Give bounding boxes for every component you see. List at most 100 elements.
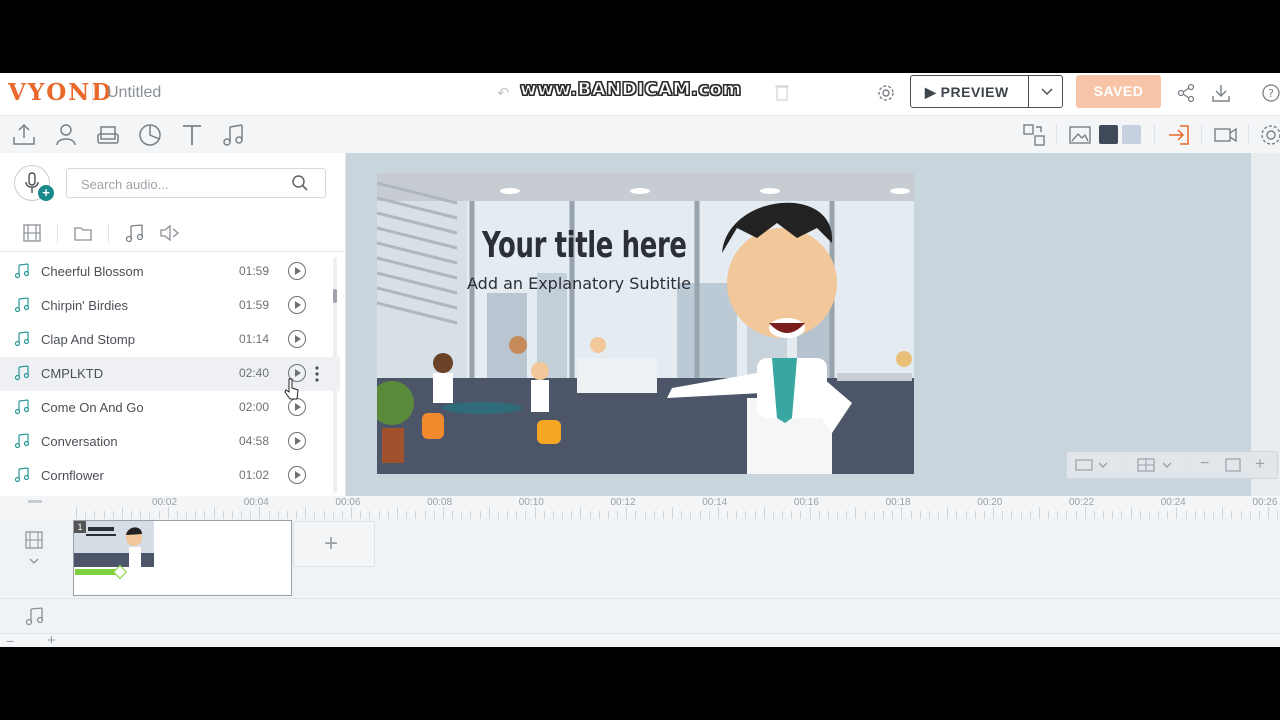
color-swatch-dark[interactable] xyxy=(1099,125,1118,144)
play-icon[interactable] xyxy=(288,296,306,314)
music-note-icon xyxy=(14,263,30,279)
timeline-tick xyxy=(809,507,811,519)
timeline-tick xyxy=(1029,511,1031,519)
upload-icon[interactable] xyxy=(11,122,37,148)
more-options-icon[interactable] xyxy=(314,365,320,383)
scene-clip[interactable]: 1 xyxy=(73,520,292,596)
audio-track-icon xyxy=(25,607,44,626)
timeline-tick xyxy=(259,507,261,519)
saved-button[interactable]: SAVED xyxy=(1076,75,1161,108)
zoom-in-icon[interactable]: + xyxy=(1255,454,1265,474)
timeline-tick xyxy=(433,511,435,519)
search-icon[interactable] xyxy=(291,174,309,192)
keyframe-handle[interactable] xyxy=(112,564,128,580)
timeline-tick xyxy=(497,511,499,519)
timeline-tick xyxy=(708,511,710,519)
timeline-zoom-in-icon[interactable]: + xyxy=(47,632,56,647)
timeline-tick xyxy=(782,511,784,519)
prop-icon[interactable] xyxy=(95,122,121,148)
tab-sound-effects-icon[interactable] xyxy=(158,222,180,244)
zoom-controls: − + xyxy=(1066,451,1278,479)
audio-list-item[interactable]: Cheerful Blossom 01:59 xyxy=(0,255,340,289)
settings-icon[interactable] xyxy=(875,82,897,104)
audio-track-name: Clap And Stomp xyxy=(41,332,135,347)
image-icon[interactable] xyxy=(1067,122,1093,148)
scrollbar-thumb[interactable] xyxy=(333,289,337,303)
plus-icon[interactable]: + xyxy=(38,185,54,201)
music-icon[interactable] xyxy=(221,122,247,148)
search-input[interactable] xyxy=(79,174,283,194)
tab-folder-icon[interactable] xyxy=(72,222,94,244)
chart-icon[interactable] xyxy=(137,122,163,148)
timeline-tick xyxy=(837,511,839,519)
audio-track-duration: 02:00 xyxy=(239,400,270,414)
search-audio-field[interactable] xyxy=(66,168,326,198)
timeline-tick xyxy=(1167,511,1169,519)
timeline-tick xyxy=(928,511,930,519)
scene-canvas[interactable]: Your title here Add an Explanatory Subti… xyxy=(377,173,914,474)
audio-track-name: Cheerful Blossom xyxy=(41,264,144,279)
timeline-tick xyxy=(167,507,169,519)
help-icon[interactable]: ? xyxy=(1260,82,1280,104)
play-icon[interactable] xyxy=(288,330,306,348)
timeline-ruler[interactable]: 00:02 00:04 00:06 00:08 00:10 00:12 00:14 00:16… xyxy=(0,496,1280,521)
chevron-down-icon[interactable] xyxy=(28,556,40,566)
download-icon[interactable] xyxy=(1210,82,1232,104)
gear-icon[interactable] xyxy=(1258,122,1280,148)
frame-size-icon[interactable] xyxy=(1075,457,1109,473)
zoom-out-icon[interactable]: − xyxy=(1200,455,1209,473)
timeline-tick xyxy=(1185,511,1187,519)
video-subtitle[interactable]: Add an Explanatory Subtitle xyxy=(467,274,691,293)
timeline-tick xyxy=(827,511,829,519)
ruler-handle[interactable] xyxy=(28,500,42,503)
timeline-tick xyxy=(231,511,233,519)
text-icon[interactable] xyxy=(179,122,205,148)
timeline-tick xyxy=(360,511,362,519)
timeline-tick xyxy=(1048,511,1049,519)
timeline-tick xyxy=(112,511,114,519)
timeline-tick xyxy=(552,511,554,519)
timeline-tick xyxy=(241,511,243,519)
timeline-tick xyxy=(1066,511,1068,519)
fit-icon[interactable] xyxy=(1225,457,1241,473)
camera-icon[interactable] xyxy=(1213,122,1239,148)
color-swatch-light[interactable] xyxy=(1122,125,1141,144)
video-title[interactable]: Your title here xyxy=(482,225,687,266)
timeline-tick xyxy=(910,511,912,519)
audio-track-name: Come On And Go xyxy=(41,400,144,415)
tab-music-icon[interactable] xyxy=(124,222,146,244)
delete-icon[interactable] xyxy=(775,83,789,101)
timeline-tick xyxy=(470,511,472,519)
timeline-tick xyxy=(983,511,985,519)
music-note-icon xyxy=(14,297,30,313)
timeline-tick xyxy=(85,511,87,519)
timeline-tick xyxy=(662,511,664,519)
timeline-tick xyxy=(341,511,343,519)
enter-icon[interactable] xyxy=(1166,122,1192,148)
audio-list-item[interactable]: Chirpin' Birdies 01:59 xyxy=(0,289,340,323)
play-icon[interactable] xyxy=(288,262,306,280)
timeline-zoom-out-icon[interactable]: − xyxy=(6,633,14,647)
add-scene-button[interactable]: + xyxy=(293,521,375,567)
stage-side xyxy=(1251,153,1280,496)
preview-button[interactable]: ▶ PREVIEW xyxy=(910,75,1063,108)
timeline-tick xyxy=(727,511,729,519)
recorder-watermark: www.BANDICAM.com xyxy=(520,79,742,101)
undo-icon[interactable]: ↶ xyxy=(497,84,510,102)
project-title[interactable]: Untitled xyxy=(107,84,161,102)
share-icon[interactable] xyxy=(1175,82,1197,104)
audio-list-item[interactable]: Conversation 04:58 xyxy=(0,425,340,459)
audio-list-item[interactable]: Cornflower 01:02 xyxy=(0,459,340,493)
timeline-tick-label: 00:08 xyxy=(427,497,453,508)
timeline-tick xyxy=(974,511,976,519)
play-icon[interactable] xyxy=(288,466,306,484)
grid-icon[interactable] xyxy=(1137,457,1177,473)
character-icon[interactable] xyxy=(53,122,79,148)
audio-list-item[interactable]: Clap And Stomp 01:14 xyxy=(0,323,340,357)
timeline-tick xyxy=(993,507,994,519)
timeline-tick xyxy=(1057,511,1059,519)
chevron-down-icon[interactable] xyxy=(1038,82,1056,100)
tab-video-icon[interactable] xyxy=(21,222,43,244)
play-icon[interactable] xyxy=(288,432,306,450)
swap-icon[interactable] xyxy=(1021,122,1047,148)
